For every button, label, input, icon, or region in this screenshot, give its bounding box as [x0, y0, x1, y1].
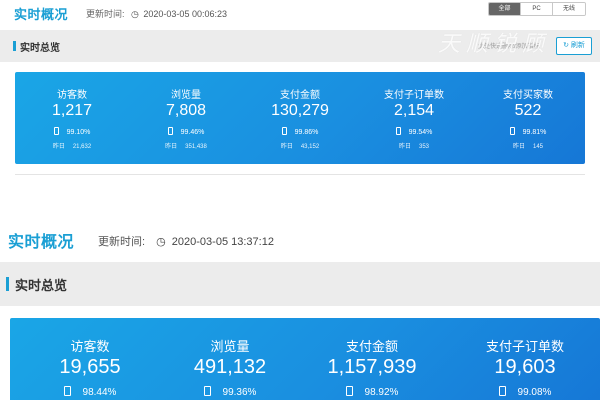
metric-label: 支付买家数 — [503, 90, 553, 101]
section-title: 实时总览 — [20, 43, 60, 54]
update-time-label: 更新时间: — [98, 236, 146, 248]
divider — [15, 174, 585, 175]
section-marker — [13, 41, 16, 51]
yesterday-value: 353 — [419, 144, 430, 150]
metric-sub-orders: 支付子订单数 19,603 99.08% — [455, 318, 595, 400]
metric-label: 支付金额 — [345, 339, 398, 354]
metric-pct: 98.44% — [82, 387, 117, 398]
metric-wireless-share: 99.54% — [357, 127, 471, 136]
metric-wireless-share: 99.46% — [129, 127, 243, 136]
metric-payment-amount: 支付金额 1,157,939 98.92% — [302, 318, 442, 400]
metric-wireless-share: 99.86% — [243, 127, 357, 136]
metric-value: 130,279 — [271, 102, 329, 119]
metric-wireless-share: 99.81% — [471, 127, 585, 136]
metric-label: 支付子订单数 — [485, 339, 564, 354]
metric-label: 支付子订单数 — [384, 90, 444, 101]
metric-value: 19,655 — [59, 356, 121, 378]
metric-payment-amount: 支付金额 130,279 99.86% 昨日 43,152 — [243, 72, 357, 164]
metric-wireless-share: 98.44% — [20, 386, 160, 398]
metric-value: 7,808 — [165, 102, 207, 119]
metric-pct: 99.36% — [222, 387, 257, 398]
metric-pageviews: 浏览量 491,132 99.36% — [160, 318, 300, 400]
metric-pct: 99.81% — [522, 129, 547, 136]
metric-value: 1,217 — [51, 102, 93, 119]
section-title: 实时总览 — [15, 278, 68, 293]
yesterday-value: 145 — [533, 144, 544, 150]
refresh-label: 刷新 — [570, 42, 585, 49]
clock-icon: ◷ — [131, 9, 139, 19]
metric-label: 浏览量 — [171, 90, 201, 101]
yesterday-label: 昨日 — [398, 144, 411, 150]
yesterday-value: 351,438 — [185, 144, 207, 150]
mobile-phone-icon — [281, 127, 287, 135]
refresh-button[interactable]: ↻ 刷新 — [556, 37, 592, 55]
metric-wireless-share: 99.08% — [455, 386, 595, 398]
metric-label: 浏览量 — [210, 339, 250, 354]
update-time-row-large: 更新时间: ◷ 2020-03-05 13:37:12 — [98, 233, 274, 249]
yesterday-value: 43,152 — [300, 144, 320, 150]
metric-visitors: 访客数 1,217 99.10% 昨日 21,632 — [15, 72, 129, 164]
metric-value: 491,132 — [193, 356, 267, 378]
clock-icon: ◷ — [156, 236, 166, 248]
metric-yesterday: 昨日 145 — [471, 141, 585, 150]
metric-yesterday: 昨日 353 — [357, 141, 471, 150]
metric-pct: 99.54% — [408, 129, 433, 136]
filter-wireless-button[interactable]: 无线 — [553, 3, 585, 15]
metric-pct: 99.46% — [180, 129, 205, 136]
terminal-filter: 全部 PC 无线 — [488, 2, 586, 16]
page-title: 实时概况 — [14, 7, 69, 22]
metric-pct: 99.10% — [66, 129, 91, 136]
metric-value: 19,603 — [494, 356, 556, 378]
filter-pc-button[interactable]: PC — [521, 3, 553, 15]
update-time-label: 更新时间: — [86, 9, 125, 19]
metric-wireless-share: 99.36% — [160, 386, 300, 398]
metric-buyers: 支付买家数 522 99.81% 昨日 145 — [471, 72, 585, 164]
metric-label: 访客数 — [57, 90, 87, 101]
metric-value: 522 — [514, 102, 542, 119]
metric-label: 支付金额 — [280, 90, 320, 101]
metric-pct: 99.08% — [517, 387, 552, 398]
mobile-phone-icon — [498, 386, 506, 396]
mobile-phone-icon — [395, 127, 401, 135]
mobile-phone-icon — [63, 386, 71, 396]
section-marker — [6, 277, 9, 291]
mobile-phone-icon — [345, 386, 353, 396]
metric-value: 1,157,939 — [327, 356, 417, 378]
update-time-value: 2020-03-05 00:06:23 — [143, 9, 227, 19]
mobile-phone-icon — [509, 127, 515, 135]
metric-visitors: 访客数 19,655 98.44% — [20, 318, 160, 400]
yesterday-value: 21,632 — [72, 144, 92, 150]
edit-metrics-hint[interactable]: 此处快速删除/添加指标 — [478, 41, 540, 50]
mobile-phone-icon — [167, 127, 173, 135]
section-header: 实时总览 此处快速删除/添加指标 ↻ 刷新 — [0, 30, 600, 62]
filter-all-button[interactable]: 全部 — [489, 3, 521, 15]
top-header: 实时概况 更新时间: ◷ 2020-03-05 00:06:23 全部 PC 无… — [0, 0, 600, 28]
yesterday-label: 昨日 — [165, 144, 178, 150]
metric-value: 2,154 — [393, 102, 435, 119]
page-title-large: 实时概况 — [8, 234, 75, 251]
section-header-large: 实时总览 — [0, 262, 600, 306]
metric-pct: 99.86% — [294, 129, 319, 136]
metrics-card: 访客数 1,217 99.10% 昨日 21,632 浏览量 7,808 99.4… — [15, 72, 585, 164]
update-time-row: 更新时间: ◷ 2020-03-05 00:06:23 — [86, 7, 227, 20]
metrics-card-large: 访客数 19,655 98.44% 浏览量 491,132 99.36% 支付金… — [10, 318, 600, 400]
mobile-phone-icon — [53, 127, 59, 135]
mobile-phone-icon — [203, 386, 211, 396]
metric-wireless-share: 99.10% — [15, 127, 129, 136]
metric-pct: 98.92% — [364, 387, 399, 398]
metric-yesterday: 昨日 43,152 — [243, 141, 357, 150]
realtime-overview-top-panel: 实时概况 更新时间: ◷ 2020-03-05 00:06:23 全部 PC 无… — [0, 0, 600, 200]
metric-sub-orders: 支付子订单数 2,154 99.54% 昨日 353 — [357, 72, 471, 164]
yesterday-label: 昨日 — [280, 144, 293, 150]
metric-yesterday: 昨日 21,632 — [15, 141, 129, 150]
metric-label: 访客数 — [70, 339, 110, 354]
yesterday-label: 昨日 — [512, 144, 525, 150]
metric-pageviews: 浏览量 7,808 99.46% 昨日 351,438 — [129, 72, 243, 164]
metric-wireless-share: 98.92% — [302, 386, 442, 398]
yesterday-label: 昨日 — [52, 144, 65, 150]
update-time-value: 2020-03-05 13:37:12 — [171, 236, 274, 248]
metric-yesterday: 昨日 351,438 — [129, 141, 243, 150]
